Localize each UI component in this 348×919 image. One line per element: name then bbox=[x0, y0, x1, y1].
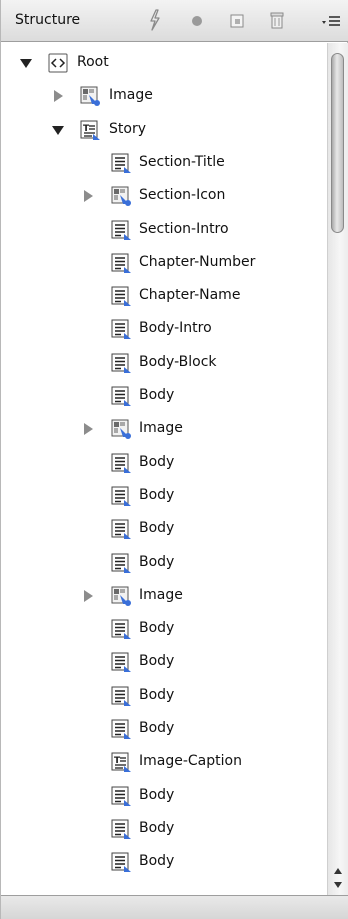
paragraph-element-icon bbox=[109, 850, 133, 874]
disclosure-expanded-icon[interactable] bbox=[51, 123, 65, 137]
tree-row-label: Body bbox=[139, 720, 175, 736]
vertical-scrollbar[interactable] bbox=[327, 43, 348, 895]
tree-row[interactable]: Body bbox=[1, 546, 327, 580]
paragraph-element-icon bbox=[109, 451, 133, 475]
tree-row[interactable]: Image bbox=[1, 79, 327, 113]
trash-icon[interactable] bbox=[265, 8, 289, 32]
tree-row-label: Image bbox=[139, 420, 183, 437]
panel-footer bbox=[1, 895, 348, 919]
paragraph-element-icon bbox=[109, 317, 133, 341]
tree-row-label: Story bbox=[109, 120, 146, 137]
tree-row-label: Body bbox=[139, 387, 175, 403]
paragraph-element-icon bbox=[109, 684, 133, 708]
root-tag-icon bbox=[46, 51, 70, 75]
paragraph-element-icon bbox=[109, 617, 133, 641]
paragraph-element-icon bbox=[109, 784, 133, 808]
tree-row-label: Section-Icon bbox=[139, 187, 226, 204]
disclosure-collapsed-icon[interactable] bbox=[51, 89, 65, 103]
tree-row[interactable]: Body bbox=[1, 679, 327, 713]
tree-row-label: Image bbox=[109, 87, 153, 104]
new-element-icon[interactable] bbox=[225, 8, 249, 32]
paragraph-element-icon bbox=[109, 151, 133, 175]
structure-panel: Structure Root Image T Story Section-Title Se… bbox=[0, 0, 348, 919]
tree-row-label: Section-Intro bbox=[139, 220, 229, 237]
panel-title: Structure bbox=[15, 12, 81, 28]
paragraph-element-icon bbox=[109, 284, 133, 308]
tree-row-label: Image-Caption bbox=[139, 753, 242, 770]
story-element-icon: T bbox=[78, 118, 102, 142]
tree-row[interactable]: T Image-Caption bbox=[1, 745, 327, 779]
tree-row[interactable]: Chapter-Number bbox=[1, 246, 327, 280]
tree-row[interactable]: Body bbox=[1, 512, 327, 546]
paragraph-element-icon bbox=[109, 384, 133, 408]
tree-row[interactable]: Body bbox=[1, 712, 327, 746]
tree-row-label: Body bbox=[139, 686, 175, 703]
tree-row[interactable]: Section-Icon bbox=[1, 179, 327, 213]
scrollbar-thumb[interactable] bbox=[331, 53, 344, 233]
paragraph-element-icon bbox=[109, 517, 133, 541]
paragraph-element-icon bbox=[109, 351, 133, 375]
paragraph-element-icon bbox=[109, 251, 133, 275]
tree-row[interactable]: Body bbox=[1, 379, 327, 413]
disclosure-expanded-icon[interactable] bbox=[19, 56, 33, 70]
scroll-down-arrow-icon[interactable] bbox=[332, 879, 344, 891]
tree-row-label: Chapter-Name bbox=[139, 287, 241, 304]
tree-row-label: Body bbox=[139, 453, 175, 470]
tree-row[interactable]: Body-Block bbox=[1, 346, 327, 380]
tree-row[interactable]: Root bbox=[1, 46, 327, 80]
tree-row[interactable]: Section-Intro bbox=[1, 213, 327, 247]
tree-row-label: Section-Title bbox=[139, 153, 225, 170]
panel-menu-icon[interactable] bbox=[319, 8, 343, 32]
tree-row-label: Body bbox=[139, 786, 175, 803]
tree-row-label: Root bbox=[77, 54, 109, 70]
lightning-icon[interactable] bbox=[143, 8, 167, 32]
disclosure-collapsed-icon[interactable] bbox=[81, 589, 95, 603]
tree-row[interactable]: Chapter-Name bbox=[1, 279, 327, 313]
tree-row-label: Chapter-Number bbox=[139, 253, 256, 270]
paragraph-element-icon bbox=[109, 817, 133, 841]
panel-header: Structure bbox=[1, 0, 348, 42]
paragraph-element-icon bbox=[109, 717, 133, 741]
paragraph-element-icon bbox=[109, 650, 133, 674]
tree-row-label: Body bbox=[139, 620, 175, 637]
tree-row[interactable]: T Story bbox=[1, 113, 327, 147]
tree-row[interactable]: Body bbox=[1, 446, 327, 480]
tree-row-label: Body bbox=[139, 653, 175, 670]
tree-row-label: Body-Intro bbox=[139, 320, 212, 337]
tree-row-label: Body bbox=[139, 819, 175, 836]
tree-row-label: Body bbox=[139, 553, 175, 570]
paragraph-element-icon bbox=[109, 218, 133, 242]
image-element-icon bbox=[78, 84, 102, 108]
image-element-icon bbox=[109, 584, 133, 608]
disclosure-collapsed-icon[interactable] bbox=[81, 422, 95, 436]
image-element-icon bbox=[109, 184, 133, 208]
tree-row-label: Body-Block bbox=[139, 353, 217, 370]
tree-row[interactable]: Image bbox=[1, 412, 327, 446]
disclosure-collapsed-icon[interactable] bbox=[81, 189, 95, 203]
image-element-icon bbox=[109, 417, 133, 441]
tree-row[interactable]: Body-Intro bbox=[1, 312, 327, 346]
tree-row-label: Body bbox=[139, 853, 175, 870]
tree-row-label: Image bbox=[139, 586, 183, 603]
record-dot-icon[interactable] bbox=[185, 8, 209, 32]
paragraph-element-icon bbox=[109, 551, 133, 575]
tree-row[interactable]: Section-Title bbox=[1, 146, 327, 180]
structure-tree: Root Image T Story Section-Title Section-Icon… bbox=[1, 43, 327, 895]
tree-row[interactable]: Body bbox=[1, 845, 327, 879]
tree-row[interactable]: Body bbox=[1, 479, 327, 513]
tree-row-label: Body bbox=[139, 520, 175, 537]
tree-row-label: Body bbox=[139, 486, 175, 503]
story-element-icon: T bbox=[109, 750, 133, 774]
tree-row[interactable]: Body bbox=[1, 812, 327, 846]
tree-row[interactable]: Body bbox=[1, 612, 327, 646]
scroll-up-arrow-icon[interactable] bbox=[332, 865, 344, 877]
tree-row[interactable]: Body bbox=[1, 779, 327, 813]
tree-row[interactable]: Body bbox=[1, 645, 327, 679]
tree-row[interactable]: Image bbox=[1, 579, 327, 613]
paragraph-element-icon bbox=[109, 484, 133, 508]
